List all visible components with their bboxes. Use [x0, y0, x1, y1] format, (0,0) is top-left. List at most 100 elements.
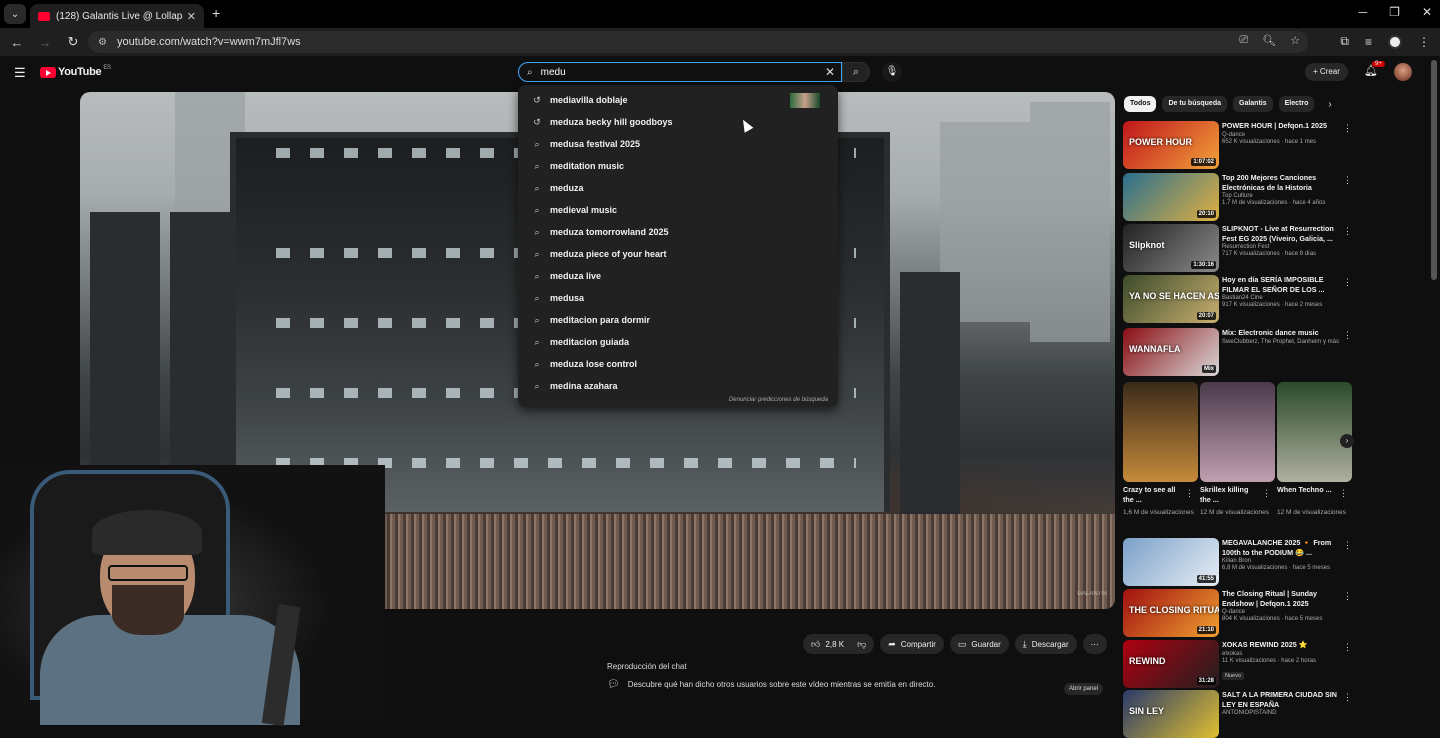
related-video-item[interactable]: THE CLOSING RITUAL 21:10 The Closing Ritua… [1123, 589, 1423, 637]
video-thumbnail[interactable]: Slipknot 1:30:16 [1123, 224, 1219, 272]
related-video-item[interactable]: 20:10 Top 200 Mejores Canciones Electróni… [1123, 173, 1423, 221]
save-button[interactable]: ▭ Guardar [949, 634, 1009, 654]
url-field[interactable]: ⚙ youtube.com/watch?v=wwm7mJfl7ws ⎚ 🔍︎ ☆ [88, 31, 1308, 53]
short-thumbnail[interactable] [1123, 382, 1198, 482]
more-actions-button[interactable]: ⋯ [1082, 634, 1107, 654]
page-scrollbar[interactable] [1431, 60, 1437, 280]
related-video-item[interactable]: POWER HOUR 1:07:02 POWER HOUR | Defqon.1 2… [1123, 121, 1423, 169]
more-vertical-icon[interactable]: ⋮ [1343, 591, 1352, 602]
search-input[interactable]: ⌕ medu ✕ [518, 62, 842, 82]
close-tab-icon[interactable]: ✕ [187, 10, 196, 23]
short-title[interactable]: When Techno ... [1277, 485, 1335, 495]
more-vertical-icon[interactable]: ⋮ [1343, 277, 1352, 288]
suggestion-item[interactable]: ⌕ meditacion guiada [518, 331, 838, 353]
install-app-icon[interactable]: ⎚ [1239, 34, 1248, 47]
short-thumbnail[interactable] [1277, 382, 1352, 482]
more-vertical-icon[interactable]: ⋮ [1343, 692, 1352, 703]
more-vertical-icon[interactable]: ⋮ [1339, 488, 1348, 499]
forward-icon[interactable]: → [34, 35, 56, 50]
filter-chip[interactable]: Galantis [1233, 96, 1273, 112]
video-thumbnail[interactable]: YA NO SE HACEN ASÍ 20:07 [1123, 275, 1219, 323]
extensions-icon[interactable]: ⧉ [1340, 34, 1349, 49]
suggestion-item[interactable]: ⌕ medusa festival 2025 [518, 133, 838, 155]
video-title[interactable]: XOKAS REWIND 2025 ⭐ [1222, 640, 1344, 650]
menu-icon[interactable]: ☰ [14, 65, 26, 81]
video-title[interactable]: MEGAVALANCHE 2025 🔸 From 100th to the PO… [1222, 538, 1344, 557]
tab-search-button[interactable]: ⌄ [4, 4, 26, 24]
more-vertical-icon[interactable]: ⋮ [1343, 642, 1352, 653]
report-predictions-link[interactable]: Denunciar predicciones de búsqueda [729, 397, 828, 403]
related-video-item[interactable]: WANNAFLA Mix Mix: Electronic dance music Sw… [1123, 328, 1423, 376]
related-video-item[interactable]: YA NO SE HACEN ASÍ 20:07 Hoy en día SERÍA … [1123, 275, 1423, 323]
more-vertical-icon[interactable]: ⋮ [1343, 540, 1352, 551]
suggestion-item[interactable]: ⌕ meduza piece of your heart [518, 243, 838, 265]
new-tab-button[interactable]: + [212, 5, 220, 21]
avatar[interactable] [1394, 63, 1412, 81]
suggestion-item[interactable]: ⌕ meduza tomorrowland 2025 [518, 221, 838, 243]
site-info-icon[interactable]: ⚙ [98, 37, 107, 48]
download-button[interactable]: ⤓ Descargar [1014, 634, 1077, 654]
like-button[interactable]: 👍︎ 2,8 K 👎︎ [803, 634, 875, 654]
share-button[interactable]: ➦ Compartir [880, 634, 944, 654]
create-button[interactable]: + Crear [1305, 63, 1348, 81]
video-title[interactable]: Hoy en día SERÍA IMPOSIBLE FILMAR EL SEÑ… [1222, 275, 1344, 294]
related-video-item[interactable]: SIN LEY SALT A LA PRIMERA CIUDAD SIN LEY … [1123, 690, 1423, 738]
thumbs-down-icon[interactable]: 👎︎ [857, 639, 866, 650]
video-thumbnail[interactable]: WANNAFLA Mix [1123, 328, 1219, 376]
chevron-right-icon[interactable]: › [1328, 99, 1331, 110]
suggestion-item[interactable]: ⌕ medusa [518, 287, 838, 309]
more-vertical-icon[interactable]: ⋮ [1185, 488, 1194, 499]
search-button[interactable]: ⌕ [842, 62, 870, 82]
more-vertical-icon[interactable]: ⋮ [1343, 330, 1352, 341]
video-title[interactable]: The Closing Ritual | Sunday Endshow | De… [1222, 589, 1344, 608]
more-vertical-icon[interactable]: ⋮ [1343, 175, 1352, 186]
video-title[interactable]: Mix: Electronic dance music [1222, 328, 1344, 338]
filter-chip[interactable]: De tu búsqueda [1162, 96, 1227, 112]
related-video-item[interactable]: REWIND 31:28 XOKAS REWIND 2025 ⭐ elxokas 11 … [1123, 640, 1423, 688]
restore-icon[interactable]: ❐ [1389, 5, 1400, 19]
youtube-logo[interactable]: YouTube ES [40, 65, 111, 78]
suggestion-item[interactable]: ⌕ medieval music [518, 199, 838, 221]
short-thumbnail[interactable] [1200, 382, 1275, 482]
reload-icon[interactable]: ↻ [62, 34, 84, 50]
video-title[interactable]: POWER HOUR | Defqon.1 2025 [1222, 121, 1344, 131]
more-vertical-icon[interactable]: ⋮ [1343, 123, 1352, 134]
video-thumbnail[interactable]: THE CLOSING RITUAL 21:10 [1123, 589, 1219, 637]
filter-chip[interactable]: Electro [1278, 96, 1315, 112]
clear-search-icon[interactable]: ✕ [825, 65, 835, 79]
short-title[interactable]: Crazy to see all the ... [1123, 485, 1181, 505]
zoom-icon[interactable]: 🔍︎ [1262, 34, 1276, 47]
video-title[interactable]: SALT A LA PRIMERA CIUDAD SIN LEY EN ESPA… [1222, 690, 1344, 709]
more-vertical-icon[interactable]: ⋮ [1343, 226, 1352, 237]
short-title[interactable]: Skrillex killing the ... [1200, 485, 1258, 505]
browser-tab-active[interactable]: (128) Galantis Live @ Lollapaloo ✕ [30, 4, 204, 28]
video-thumbnail[interactable]: REWIND 31:28 [1123, 640, 1219, 688]
more-vertical-icon[interactable]: ⋮ [1262, 488, 1271, 499]
video-thumbnail[interactable]: 20:10 [1123, 173, 1219, 221]
suggestion-item[interactable]: ⌕ meduza [518, 177, 838, 199]
voice-search-button[interactable]: 🎙︎ [882, 62, 902, 82]
suggestion-item[interactable]: ⌕ meduza lose control [518, 353, 838, 375]
related-video-item[interactable]: 41:55 MEGAVALANCHE 2025 🔸 From 100th to t… [1123, 538, 1423, 586]
suggestion-item[interactable]: ⌕ medina azahara [518, 375, 838, 397]
video-thumbnail[interactable]: POWER HOUR 1:07:02 [1123, 121, 1219, 169]
video-thumbnail[interactable]: 41:55 [1123, 538, 1219, 586]
profile-icon[interactable] [1388, 34, 1402, 49]
suggestion-item[interactable]: ↺ meduza becky hill goodboys [518, 111, 838, 133]
media-control-icon[interactable]: ≡ [1365, 35, 1372, 49]
minimize-icon[interactable]: ─ [1359, 5, 1368, 19]
back-icon[interactable]: ← [6, 35, 28, 50]
related-video-item[interactable]: Slipknot 1:30:16 SLIPKNOT - Live at Resurr… [1123, 224, 1423, 272]
video-title[interactable]: Top 200 Mejores Canciones Electrónicas d… [1222, 173, 1344, 192]
video-title[interactable]: SLIPKNOT - Live at Resurrection Fest EG … [1222, 224, 1344, 243]
bookmark-star-icon[interactable]: ☆ [1290, 34, 1300, 47]
suggestion-item[interactable]: ⌕ meditation music [518, 155, 838, 177]
close-window-icon[interactable]: ✕ [1422, 5, 1432, 19]
suggestion-item[interactable]: ↺ mediavilla doblaje [518, 89, 838, 111]
video-thumbnail[interactable]: SIN LEY [1123, 690, 1219, 738]
suggestion-item[interactable]: ⌕ meduza live [518, 265, 838, 287]
open-panel-button[interactable]: Abrir panel [1064, 683, 1104, 695]
filter-chip[interactable]: Todos [1124, 96, 1157, 112]
suggestion-item[interactable]: ⌕ meditacion para dormir [518, 309, 838, 331]
shorts-next-button[interactable]: › [1340, 434, 1354, 448]
